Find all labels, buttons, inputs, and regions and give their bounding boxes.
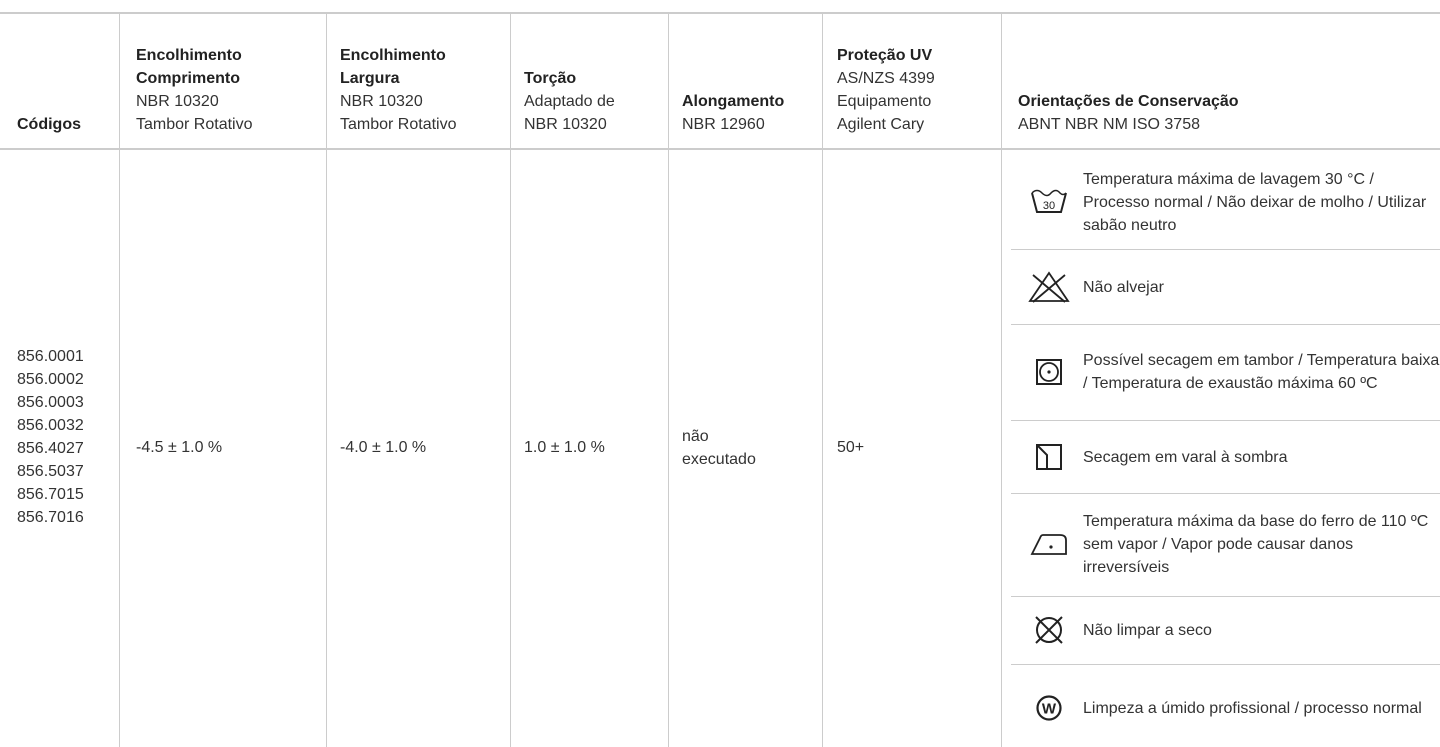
table-top-border xyxy=(0,12,1440,14)
column-divider xyxy=(1001,14,1002,747)
care-separator xyxy=(1011,493,1440,494)
wash-30-icon: 30 xyxy=(1021,174,1077,230)
codes-list: 856.0001 856.0002 856.0003 856.0032 856.… xyxy=(17,345,117,529)
no-dry-clean-icon xyxy=(1021,602,1077,658)
header-title: Alongamento xyxy=(682,93,785,110)
header-title: Encolhimento Largura xyxy=(340,47,446,87)
header-orientacoes-conservacao: Orientações de Conservação ABNT NBR NM I… xyxy=(1018,34,1433,136)
column-divider xyxy=(668,14,669,747)
header-sub: ABNT NBR NM ISO 3758 xyxy=(1018,116,1200,133)
header-title: Torção xyxy=(524,70,577,87)
header-encolhimento-largura: Encolhimento Largura NBR 10320 Tambor Ro… xyxy=(340,34,505,136)
line-dry-shade-icon xyxy=(1021,429,1077,485)
code-item: 856.0001 xyxy=(17,348,84,365)
care-text: Limpeza a úmido profissional / processo … xyxy=(1083,699,1422,717)
care-text: Temperatura máxima da base do ferro de 1… xyxy=(1083,512,1429,576)
column-divider xyxy=(326,14,327,747)
wet-clean-label: W xyxy=(1042,701,1057,718)
column-divider xyxy=(822,14,823,747)
care-separator xyxy=(1011,249,1440,250)
care-item: W Limpeza a úmido profissional / process… xyxy=(1011,669,1440,747)
header-torcao: Torção Adaptado de NBR 10320 xyxy=(524,34,664,136)
iron-low-icon xyxy=(1021,516,1077,572)
code-item: 856.0032 xyxy=(17,417,84,434)
header-codigos: Códigos xyxy=(17,34,117,136)
code-item: 856.4027 xyxy=(17,440,84,457)
header-sub: NBR 10320 xyxy=(136,93,219,110)
care-item: Temperatura máxima da base do ferro de 1… xyxy=(1011,496,1440,592)
care-item: Possível secagem em tambor / Temperatura… xyxy=(1011,327,1440,416)
care-separator xyxy=(1011,596,1440,597)
header-sub: Equipamento xyxy=(837,93,932,110)
care-text: Possível secagem em tambor / Temperatura… xyxy=(1083,351,1440,392)
header-sub: NBR 12960 xyxy=(682,116,765,133)
code-item: 856.0002 xyxy=(17,371,84,388)
header-title: Códigos xyxy=(17,116,81,133)
header-title: Encolhimento Comprimento xyxy=(136,47,242,87)
encolhimento-comprimento-value: -4.5 ± 1.0 % xyxy=(136,439,223,456)
care-text: Não alvejar xyxy=(1083,278,1164,296)
care-item: Não limpar a seco xyxy=(1011,599,1440,661)
header-title: Orientações de Conservação xyxy=(1018,93,1239,110)
code-item: 856.7016 xyxy=(17,509,84,526)
code-item: 856.0003 xyxy=(17,394,84,411)
header-bottom-border xyxy=(0,148,1440,150)
header-encolhimento-comprimento: Encolhimento Comprimento NBR 10320 Tambo… xyxy=(136,34,321,136)
care-separator xyxy=(1011,664,1440,665)
header-sub: Agilent Cary xyxy=(837,116,925,133)
encolhimento-largura-value: -4.0 ± 1.0 % xyxy=(340,439,427,456)
tumble-dry-low-icon xyxy=(1021,344,1077,400)
wash-temp-label: 30 xyxy=(1043,200,1055,212)
care-text: Não limpar a seco xyxy=(1083,621,1212,639)
protecao-uv-value: 50+ xyxy=(837,439,865,456)
code-item: 856.5037 xyxy=(17,463,84,480)
torcao-value: 1.0 ± 1.0 % xyxy=(524,439,605,456)
care-separator xyxy=(1011,324,1440,325)
page-caption xyxy=(0,0,1440,8)
care-item: Não alvejar xyxy=(1011,252,1440,322)
header-sub: NBR 10320 xyxy=(524,116,607,133)
care-separator xyxy=(1011,420,1440,421)
header-sub: Adaptado de xyxy=(524,93,615,110)
alongamento-value: não executado xyxy=(682,428,756,468)
header-sub: Tambor Rotativo xyxy=(340,116,457,133)
header-sub: AS/NZS 4399 xyxy=(837,70,935,87)
no-bleach-icon xyxy=(1021,259,1077,315)
header-alongamento: Alongamento NBR 12960 xyxy=(682,34,820,136)
wet-clean-icon: W xyxy=(1021,680,1077,736)
header-title: Proteção UV xyxy=(837,47,933,64)
header-sub: Tambor Rotativo xyxy=(136,116,253,133)
code-item: 856.7015 xyxy=(17,486,84,503)
column-divider xyxy=(510,14,511,747)
header-sub: NBR 10320 xyxy=(340,93,423,110)
column-divider xyxy=(119,14,120,747)
care-item: Secagem em varal à sombra xyxy=(1011,423,1440,491)
care-text: Temperatura máxima de lavagem 30 °C / Pr… xyxy=(1083,170,1427,234)
care-item: 30 Temperatura máxima de lavagem 30 °C /… xyxy=(1011,157,1440,247)
header-protecao-uv: Proteção UV AS/NZS 4399 Equipamento Agil… xyxy=(837,34,997,136)
care-text: Secagem em varal à sombra xyxy=(1083,448,1288,466)
